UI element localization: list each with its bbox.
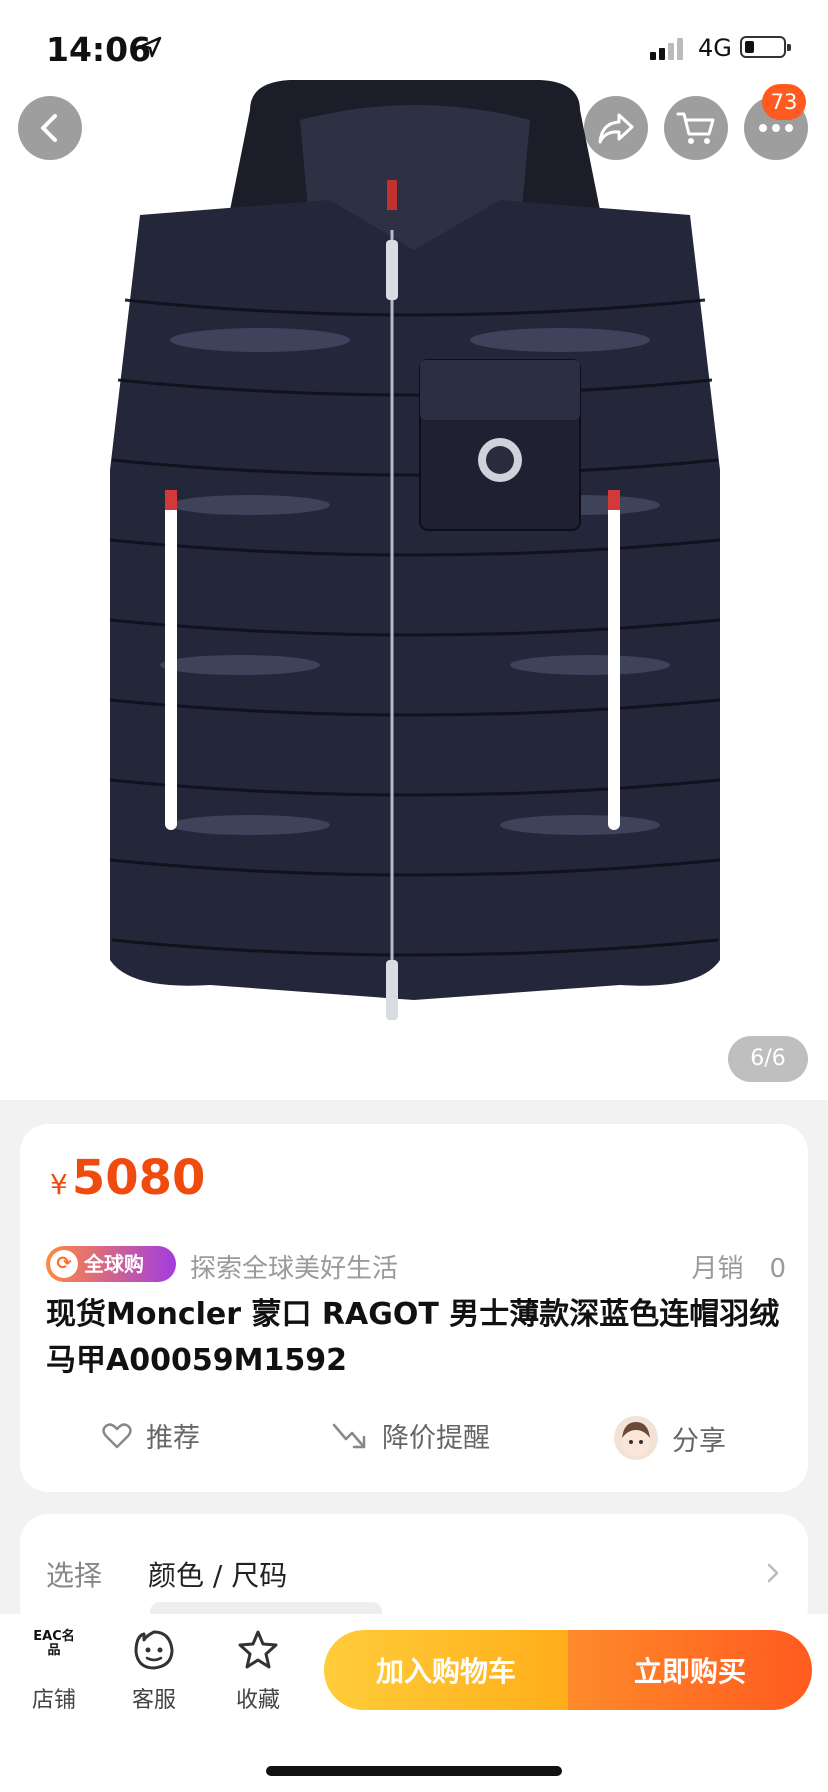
store-logo: EAC名品 bbox=[33, 1629, 75, 1658]
global-purchase-badge: ⟳ 全球购 bbox=[46, 1246, 176, 1282]
product-price: ¥5080 bbox=[50, 1150, 205, 1206]
slogan: 探索全球美好生活 bbox=[190, 1254, 399, 1284]
add-to-cart-button[interactable]: 加入购物车 bbox=[324, 1630, 568, 1710]
store-label: 店铺 bbox=[31, 1688, 76, 1713]
product-title: 现货Moncler 蒙口 RAGOT 男士薄款深蓝色连帽羽绒马甲A00059M1… bbox=[46, 1297, 780, 1378]
product-info-card: ¥5080 ⟳ 全球购 探索全球美好生活 月销 0 现货Moncler 蒙口 R… bbox=[20, 1124, 808, 1492]
share-button[interactable] bbox=[584, 96, 648, 160]
cart-icon bbox=[676, 112, 715, 144]
product-image-gallery[interactable]: 6/6 bbox=[0, 0, 828, 1100]
product-actions: 推荐 降价提醒 分享 bbox=[20, 1406, 808, 1466]
status-bar: 14:06 4G bbox=[0, 0, 828, 96]
recommend-label: 推荐 bbox=[146, 1423, 200, 1454]
image-pager: 6/6 bbox=[728, 1036, 808, 1082]
chevron-right-icon bbox=[767, 1563, 779, 1583]
network-type: 4G bbox=[698, 34, 732, 62]
price-alert-button[interactable]: 降价提醒 bbox=[332, 1416, 490, 1455]
price-alert-label: 降价提醒 bbox=[382, 1423, 490, 1454]
star-icon bbox=[238, 1630, 278, 1669]
status-time: 14:06 bbox=[46, 30, 152, 69]
tag-row: ⟳ 全球购 探索全球美好生活 月销 0 bbox=[46, 1242, 786, 1286]
product-image[interactable] bbox=[0, 0, 828, 1100]
back-button[interactable] bbox=[18, 96, 82, 160]
price-value: 5080 bbox=[71, 1150, 206, 1206]
recommend-button[interactable]: 推荐 bbox=[102, 1416, 200, 1455]
monthly-sales: 月销 0 bbox=[691, 1254, 786, 1284]
customer-service-button[interactable]: 客服 bbox=[114, 1626, 194, 1714]
more-dots-icon bbox=[759, 124, 793, 132]
avatar bbox=[614, 1416, 658, 1460]
heart-icon bbox=[102, 1422, 132, 1448]
favorite-label: 收藏 bbox=[235, 1688, 280, 1713]
favorite-button[interactable]: 收藏 bbox=[218, 1626, 298, 1714]
chevron-left-icon bbox=[41, 114, 57, 142]
global-badge-label: 全球购 bbox=[84, 1252, 144, 1276]
customer-service-icon bbox=[134, 1630, 174, 1670]
notification-badge: 73 bbox=[762, 84, 806, 120]
global-logo-icon: ⟳ bbox=[50, 1250, 78, 1278]
buy-now-button[interactable]: 立即购买 bbox=[568, 1630, 812, 1710]
home-indicator[interactable] bbox=[266, 1766, 562, 1776]
trend-down-icon bbox=[332, 1423, 366, 1448]
share-label: 分享 bbox=[672, 1425, 726, 1457]
signal-icon bbox=[650, 38, 683, 60]
selection-label: 选择 bbox=[46, 1559, 103, 1592]
battery-icon bbox=[740, 36, 791, 58]
location-arrow-icon bbox=[140, 36, 162, 58]
share-product-button[interactable]: 分享 bbox=[614, 1416, 726, 1460]
price-currency: ¥ bbox=[50, 1168, 68, 1201]
customer-service-label: 客服 bbox=[131, 1688, 176, 1713]
selection-value: 颜色 / 尺码 bbox=[148, 1559, 288, 1592]
store-button[interactable]: EAC名品 店铺 bbox=[14, 1626, 94, 1714]
cart-button[interactable] bbox=[664, 96, 728, 160]
share-arrow-icon bbox=[598, 113, 634, 144]
